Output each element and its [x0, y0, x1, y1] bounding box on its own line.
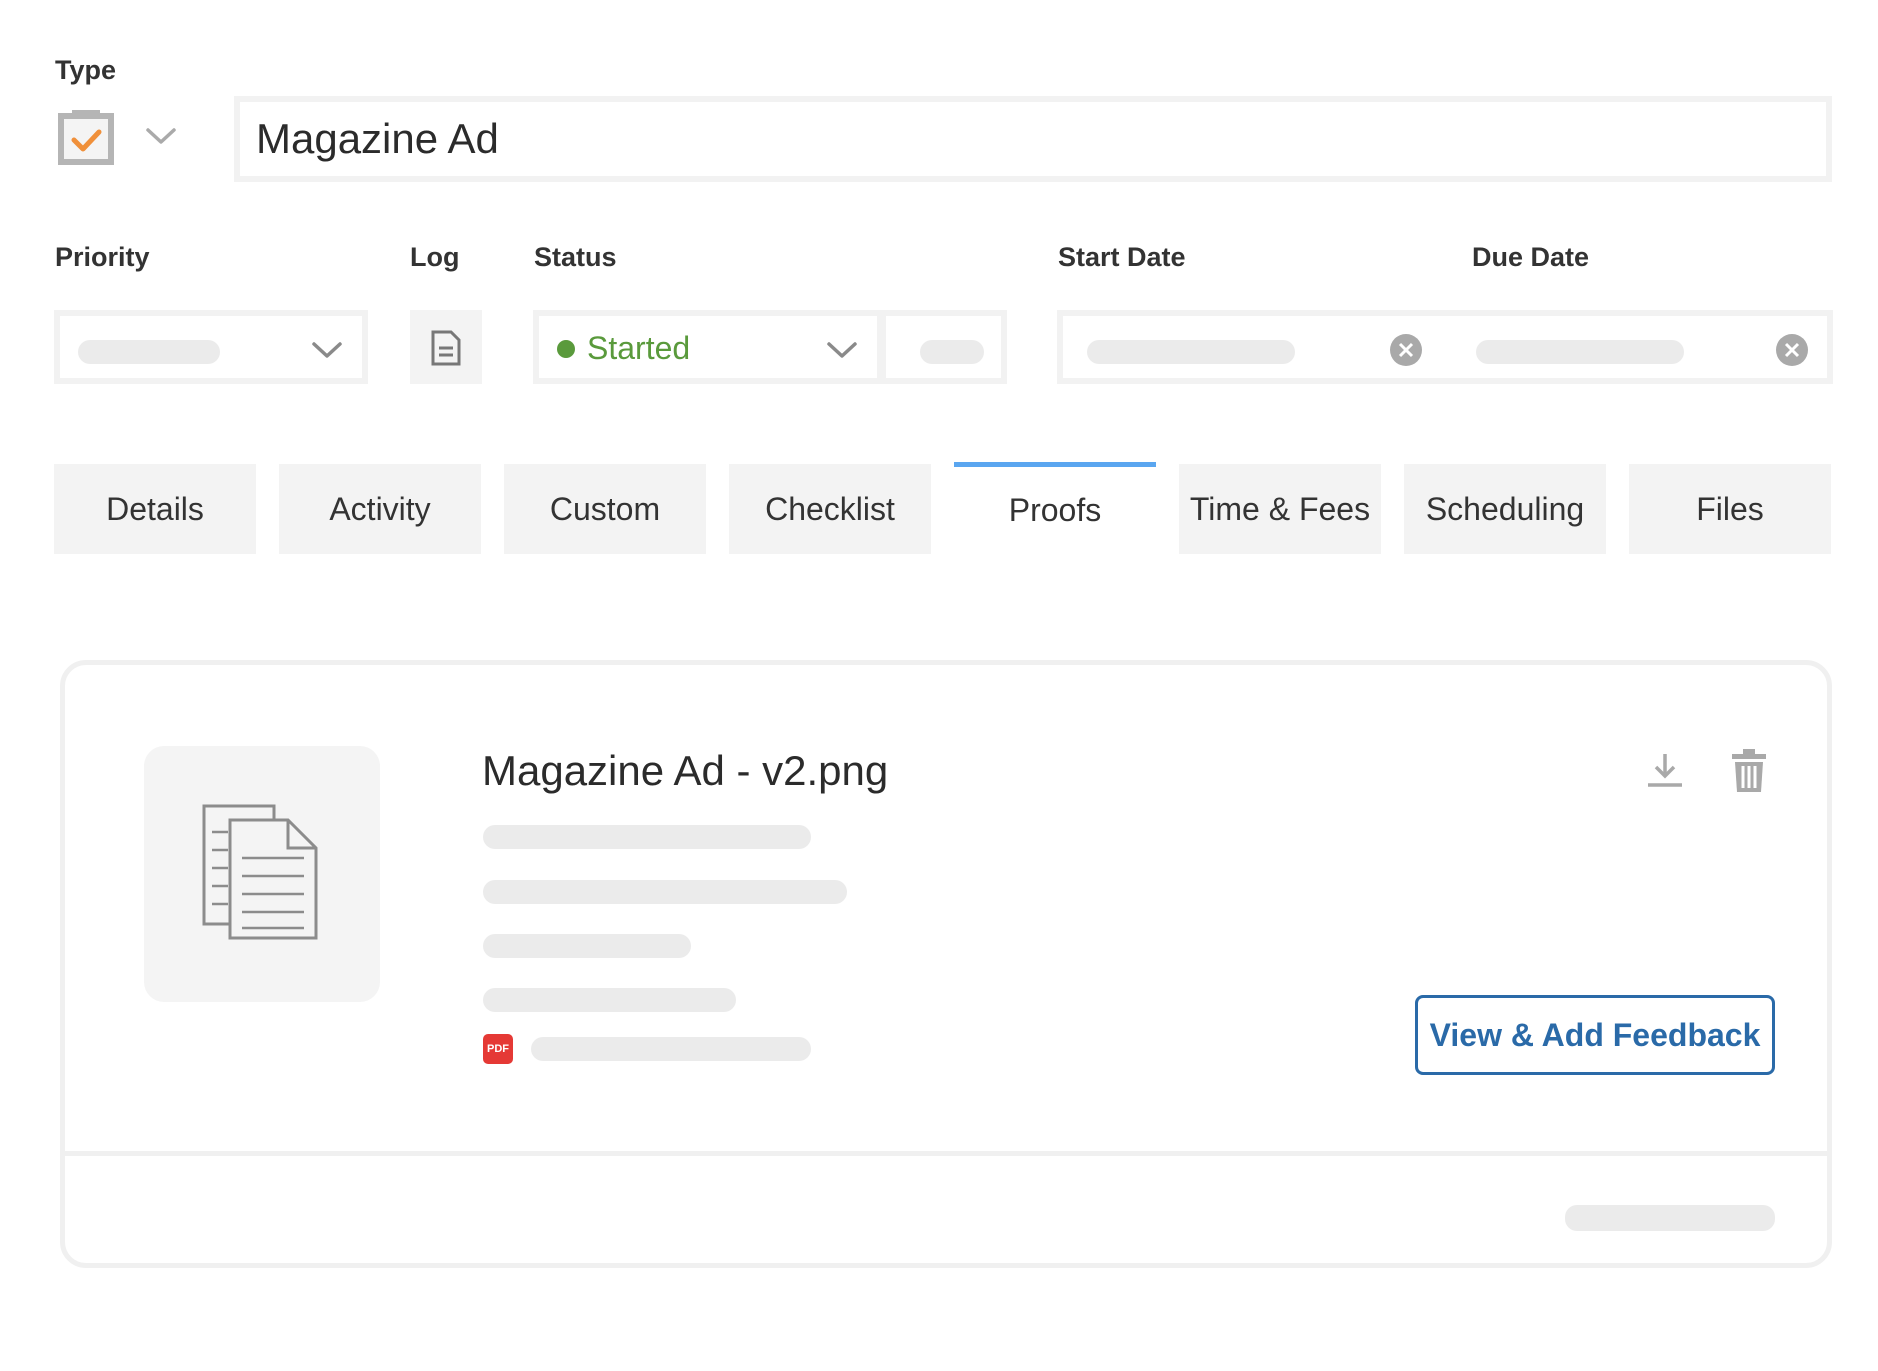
- meta-line-1: [483, 825, 811, 849]
- status-dot: [557, 340, 575, 358]
- clear-start-date-icon[interactable]: [1389, 333, 1423, 367]
- chevron-down-icon: [825, 338, 859, 362]
- chevron-down-icon[interactable]: [144, 124, 178, 148]
- type-selector[interactable]: [58, 108, 188, 168]
- priority-label: Priority: [55, 242, 150, 272]
- tab-files[interactable]: Files: [1629, 464, 1831, 554]
- title-input[interactable]: Magazine Ad: [234, 96, 1832, 182]
- clear-due-date-icon[interactable]: [1775, 333, 1809, 367]
- tab-activity[interactable]: Activity: [279, 464, 481, 554]
- documents-icon: [200, 802, 320, 942]
- checklist-clipboard-icon: [58, 108, 116, 166]
- priority-select[interactable]: [54, 310, 368, 384]
- tab-checklist[interactable]: Checklist: [729, 464, 931, 554]
- due-date-input[interactable]: [1476, 340, 1684, 364]
- footer-placeholder: [1565, 1205, 1775, 1231]
- download-icon[interactable]: [1645, 751, 1685, 791]
- meta-line-4: [483, 988, 736, 1012]
- trash-icon[interactable]: [1731, 748, 1767, 794]
- pdf-badge-label: PDF: [487, 1043, 509, 1055]
- tab-scheduling[interactable]: Scheduling: [1404, 464, 1606, 554]
- view-add-feedback-button[interactable]: View & Add Feedback: [1415, 995, 1775, 1075]
- tab-details[interactable]: Details: [54, 464, 256, 554]
- proof-file-name: Magazine Ad - v2.png: [482, 747, 889, 794]
- start-date-label: Start Date: [1058, 242, 1186, 272]
- date-range-field[interactable]: [1057, 310, 1833, 384]
- status-select[interactable]: Started: [533, 310, 883, 384]
- pdf-badge-icon: PDF: [483, 1034, 513, 1064]
- file-thumbnail[interactable]: [144, 746, 380, 1002]
- card-divider: [65, 1151, 1827, 1156]
- status-label: Status: [534, 242, 617, 272]
- attachment-name-placeholder: [531, 1037, 811, 1061]
- title-value: Magazine Ad: [256, 115, 499, 162]
- tab-custom[interactable]: Custom: [504, 464, 706, 554]
- due-date-label: Due Date: [1472, 242, 1590, 272]
- status-secondary-placeholder: [920, 340, 984, 364]
- tab-proofs[interactable]: Proofs: [954, 462, 1156, 554]
- type-label: Type: [55, 55, 117, 85]
- meta-line-2: [483, 880, 847, 904]
- log-button[interactable]: [410, 310, 482, 384]
- status-value: Started: [587, 330, 691, 366]
- start-date-input[interactable]: [1087, 340, 1295, 364]
- status-secondary-field[interactable]: [880, 310, 1007, 384]
- proof-card: Magazine Ad - v2.png PDF View & Add Feed…: [60, 660, 1832, 1268]
- tab-time-fees[interactable]: Time & Fees: [1179, 464, 1381, 554]
- log-label: Log: [410, 242, 460, 272]
- chevron-down-icon: [310, 338, 344, 362]
- priority-placeholder: [78, 340, 220, 364]
- document-icon: [430, 330, 462, 366]
- meta-line-3: [483, 934, 691, 958]
